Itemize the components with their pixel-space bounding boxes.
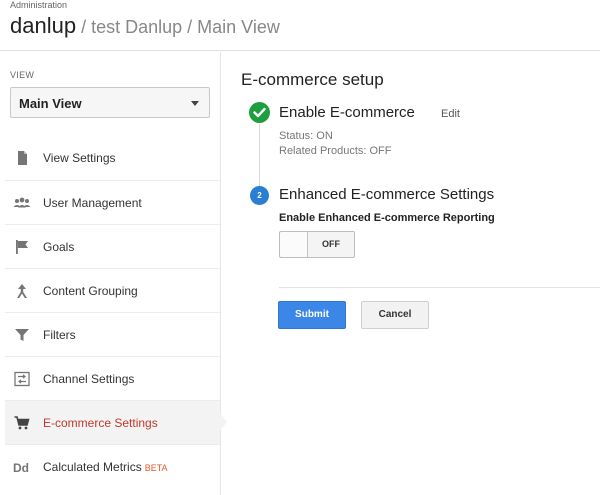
page-header: Administration danlup / test Danlup / Ma… (0, 0, 600, 51)
breadcrumb-property[interactable]: / test Danlup (76, 17, 182, 37)
channel-icon (14, 371, 30, 387)
submit-button[interactable]: Submit (278, 301, 346, 329)
sidebar-item-label: Filters (43, 328, 76, 342)
step2-number: 2 (250, 186, 269, 205)
sidebar-item-label: Content Grouping (43, 284, 138, 298)
step-connector (259, 124, 260, 189)
sidebar-item-user-management[interactable]: User Management (5, 180, 220, 224)
page-title: E-commerce setup (241, 70, 384, 89)
sidebar-item-label: Calculated Metrics BETA (43, 460, 168, 474)
step2-title: Enhanced E-commerce Settings (279, 186, 495, 203)
account-name[interactable]: danlup (10, 13, 76, 38)
document-icon (18, 151, 27, 165)
toggle-state: OFF (322, 239, 340, 249)
toggle-knob (280, 232, 308, 257)
filter-icon (15, 329, 29, 341)
main-content: E-commerce setup Enable E-commerce Edit … (222, 52, 600, 495)
sidebar-item-label: Goals (43, 240, 75, 254)
related-products-status: Related Products: OFF (279, 145, 392, 157)
sidebar-item-label: User Management (43, 196, 142, 210)
view-label: VIEW (10, 70, 35, 80)
dd-icon: Dd (13, 461, 29, 475)
admin-label: Administration (10, 0, 68, 10)
cart-icon (14, 416, 30, 430)
sidebar-item-channel-settings[interactable]: Channel Settings (5, 356, 220, 400)
view-select-value: Main View (19, 96, 82, 111)
sidebar: VIEW Main View View Settings User Manage… (0, 52, 227, 495)
sidebar-nav: View Settings User Management Goals Cont… (0, 136, 227, 488)
grouping-icon (17, 284, 27, 298)
beta-badge: BETA (144, 463, 168, 473)
divider (279, 287, 600, 288)
sidebar-item-label: Channel Settings (43, 372, 135, 386)
view-select[interactable]: Main View (10, 87, 210, 118)
breadcrumb-view[interactable]: / Main View (182, 17, 280, 37)
sidebar-item-view-settings[interactable]: View Settings (5, 136, 220, 180)
sidebar-item-ecommerce-settings[interactable]: E-commerce Settings (5, 400, 227, 444)
cancel-button[interactable]: Cancel (361, 301, 429, 329)
enhanced-reporting-toggle[interactable]: OFF (279, 231, 355, 258)
check-icon (249, 102, 270, 123)
chevron-down-icon (191, 101, 199, 106)
calculated-metrics-text: Calculated Metrics (43, 460, 142, 474)
sidebar-item-calculated-metrics[interactable]: Dd Calculated Metrics BETA (5, 444, 220, 488)
users-icon (13, 197, 31, 208)
step1-title: Enable E-commerce (279, 104, 415, 121)
sidebar-item-label: E-commerce Settings (43, 416, 158, 430)
svg-text:Dd: Dd (13, 461, 29, 475)
flag-icon (16, 240, 28, 254)
edit-link[interactable]: Edit (441, 108, 460, 120)
breadcrumb: danlup / test Danlup / Main View (10, 13, 280, 39)
enhanced-reporting-label: Enable Enhanced E-commerce Reporting (279, 212, 495, 224)
sidebar-item-content-grouping[interactable]: Content Grouping (5, 268, 220, 312)
sidebar-item-goals[interactable]: Goals (5, 224, 220, 268)
sidebar-item-label: View Settings (43, 151, 116, 165)
sidebar-item-filters[interactable]: Filters (5, 312, 220, 356)
ecommerce-status: Status: ON (279, 130, 333, 142)
